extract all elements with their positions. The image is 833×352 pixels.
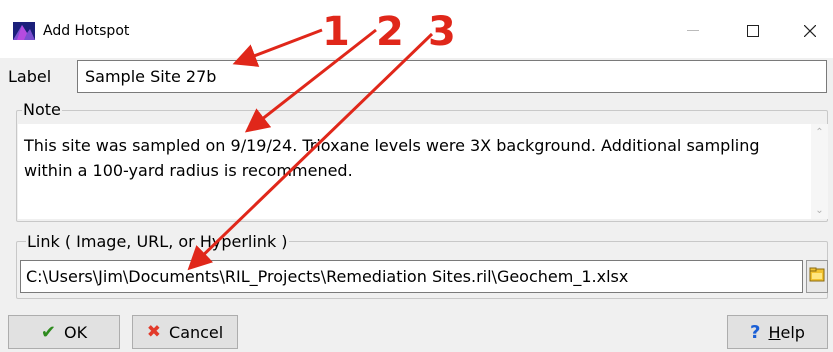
label-input[interactable]: Sample Site 27b [77,60,827,93]
window-title: Add Hotspot [43,23,130,39]
cancel-label: Cancel [169,322,224,342]
annotation-number-2: 2 [376,9,404,55]
x-icon: ✖ [146,322,162,342]
note-scrollbar[interactable]: ⌃ ⌄ [811,124,828,219]
app-logo-icon [13,22,35,40]
add-hotspot-dialog: Add Hotspot Label Sample Site 27b Note T… [0,0,833,352]
question-icon: ? [750,321,761,343]
maximize-button[interactable] [730,14,776,48]
browse-button[interactable] [806,260,828,293]
annotation-number-3: 3 [428,9,456,55]
link-legend: Link ( Image, URL, or Hyperlink ) [26,232,289,251]
folder-icon [809,266,825,288]
title-bar: Add Hotspot [0,0,833,58]
note-legend: Note [22,100,62,119]
close-button[interactable] [787,14,833,48]
note-textarea[interactable]: This site was sampled on 9/19/24. Trioxa… [18,124,811,219]
label-caption: Label [8,67,52,86]
annotation-number-1: 1 [322,9,350,55]
help-label: Help [768,322,805,342]
ok-label: OK [64,322,88,342]
scroll-up-icon[interactable]: ⌃ [811,124,828,141]
help-button[interactable]: ? Help [727,315,828,349]
scroll-down-icon[interactable]: ⌄ [811,202,828,219]
minimize-button[interactable] [670,14,716,48]
link-input[interactable]: C:\Users\Jim\Documents\RIL_Projects\Reme… [20,260,803,293]
ok-button[interactable]: ✔ OK [8,315,120,349]
checkmark-icon: ✔ [40,321,56,343]
cancel-button[interactable]: ✖ Cancel [132,315,238,349]
